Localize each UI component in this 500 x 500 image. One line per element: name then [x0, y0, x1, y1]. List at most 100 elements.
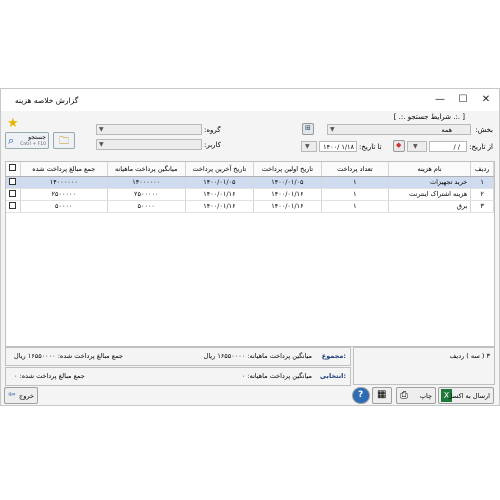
search-panel-header: [ .:. شرایط جستجو .:. ]	[393, 113, 465, 121]
section-select[interactable]: ▼ همه	[327, 124, 471, 135]
group-select[interactable]: ▼	[96, 124, 202, 135]
close-button[interactable]: ✕	[475, 92, 497, 108]
table-header-row: ردیف نام هزینه تعداد پرداخت تاریخ اولین …	[6, 162, 494, 177]
print-label: چاپ	[419, 392, 432, 400]
table-row[interactable]: ۲ هزینه اشتراک اینترنت ۱ ۱۴۰۰/۰۱/۱۶ ۱۴۰۰…	[6, 188, 494, 201]
search-button[interactable]: ⌕ جستجو Cntrl + F10	[5, 132, 49, 149]
selected-average: میانگین پرداخت ماهیانه: ۰	[241, 372, 312, 380]
column-header-expense-name[interactable]: نام هزینه	[388, 162, 472, 177]
calculator-button[interactable]: ▦	[372, 387, 392, 404]
expense-table-grid: ردیف نام هزینه تعداد پرداخت تاریخ اولین …	[6, 162, 494, 213]
total-paid-cell: ۵۰۰۰۰	[20, 200, 108, 213]
from-date-picker[interactable]: ▼	[407, 141, 427, 152]
to-date-input[interactable]: ۱۴۰۰/ ۱/۱۸	[319, 141, 357, 152]
user-select[interactable]: ▼	[96, 139, 202, 150]
minimize-button[interactable]: —	[429, 92, 451, 108]
row-checkbox[interactable]	[9, 177, 17, 185]
folder-icon: 🗀	[59, 136, 69, 147]
search-button-label: جستجو	[28, 134, 46, 141]
from-date-input[interactable]: / /	[429, 141, 467, 152]
table-row[interactable]: ۳ برق ۱ ۱۴۰۰/۰۱/۱۶ ۱۴۰۰/۰۱/۱۶ ۵۰۰۰۰ ۵۰۰۰…	[6, 200, 494, 213]
select-cell	[6, 188, 22, 201]
section-lookup-button[interactable]: ⊞	[302, 123, 314, 135]
group-label: گروه:	[204, 126, 221, 134]
payment-count-cell: ۱	[321, 200, 389, 213]
title-bar: گزارش خلاصه هزینه — ☐ ✕	[1, 89, 499, 111]
exit-door-icon: ⇦	[8, 390, 16, 400]
column-header-last-payment-date[interactable]: تاریخ آخرین پرداخت	[185, 162, 254, 177]
eraser-icon: ◆	[396, 141, 402, 149]
date-swap-button[interactable]: ◆	[393, 140, 405, 152]
column-header-payment-count[interactable]: تعداد پرداخت	[321, 162, 389, 177]
total-average: میانگین پرداخت ماهیانه: ۱۶۵۵۰۰۰۰ ریال	[203, 352, 312, 360]
total-paid-cell: ۱۴۰۰۰۰۰۰	[20, 176, 108, 189]
report-window: گزارش خلاصه هزینه — ☐ ✕ [ .:. شرایط جستج…	[0, 88, 500, 406]
column-header-row-number[interactable]: ردیف	[470, 162, 494, 177]
total-label: مجموع:	[321, 352, 346, 360]
last-date-cell: ۱۴۰۰/۰۱/۱۶	[185, 188, 254, 201]
chevron-down-icon: ▼	[330, 126, 335, 133]
export-excel-button[interactable]: X ارسال به اکسل	[438, 387, 494, 404]
expense-name-cell: خرید تجهیزات	[388, 176, 472, 189]
table-row[interactable]: ۱ خرید تجهیزات ۱ ۱۴۰۰/۰۱/۰۵ ۱۴۰۰/۰۱/۰۵ ۱…	[6, 176, 494, 189]
selected-sum: جمع مبالغ پرداخت شده: ۰	[14, 372, 85, 380]
exit-button[interactable]: ⇦ خروج	[4, 387, 38, 404]
row-checkbox[interactable]	[9, 201, 17, 209]
chevron-down-icon: ▼	[99, 141, 104, 148]
row-number-cell: ۳	[470, 200, 494, 213]
select-cell	[6, 176, 22, 189]
last-date-cell: ۱۴۰۰/۰۱/۰۵	[185, 176, 254, 189]
chevron-down-icon: ▼	[99, 126, 104, 133]
expense-name-cell: برق	[388, 200, 472, 213]
hierarchy-icon: ⊞	[305, 124, 311, 132]
maximize-button[interactable]: ☐	[452, 92, 474, 108]
first-date-cell: ۱۴۰۰/۰۱/۱۶	[253, 200, 322, 213]
print-button[interactable]: ⎙ چاپ	[396, 387, 436, 404]
chevron-down-icon: ▼	[413, 143, 418, 150]
favorite-star-icon[interactable]: ★	[7, 116, 19, 131]
column-header-monthly-average[interactable]: میانگین پرداخت ماهیانه	[107, 162, 186, 177]
row-number-cell: ۱	[470, 176, 494, 189]
from-date-label: از تاریخ:	[469, 143, 493, 151]
monthly-average-cell: ۱۴۰۰۰۰۰۰	[107, 176, 186, 189]
total-sum: جمع مبالغ پرداخت شده: ۱۶۵۵۰۰۰۰ ریال	[14, 352, 123, 360]
expense-table: ردیف نام هزینه تعداد پرداخت تاریخ اولین …	[5, 161, 495, 347]
total-summary-box: مجموع: میانگین پرداخت ماهیانه: ۱۶۵۵۰۰۰۰ …	[5, 347, 351, 366]
export-excel-label: ارسال به اکسل	[447, 392, 490, 400]
to-date-label: تا تاریخ:	[359, 143, 382, 151]
chevron-down-icon: ▼	[305, 143, 310, 150]
row-number-cell: ۲	[470, 188, 494, 201]
column-header-select[interactable]	[6, 162, 22, 177]
window-title: گزارش خلاصه هزینه	[15, 96, 79, 105]
first-date-cell: ۱۴۰۰/۰۱/۰۵	[253, 176, 322, 189]
record-count-box: ۳ ( سه ) ردیف	[353, 347, 495, 385]
section-label: بخش:	[475, 126, 493, 134]
from-date-value: / /	[453, 143, 460, 151]
help-button[interactable]: ?	[352, 387, 370, 404]
payment-count-cell: ۱	[321, 176, 389, 189]
section-select-value: همه	[441, 126, 452, 134]
magnifier-icon: ⌕	[8, 134, 15, 147]
search-button-hint: Cntrl + F10	[20, 142, 46, 147]
selected-label: انتخابی:	[319, 372, 346, 380]
selected-summary-box: انتخابی: میانگین پرداخت ماهیانه: ۰ جمع م…	[5, 367, 351, 386]
select-all-checkbox[interactable]	[9, 164, 17, 172]
payment-count-cell: ۱	[321, 188, 389, 201]
record-count: ۳ ( سه ) ردیف	[449, 352, 490, 360]
row-checkbox[interactable]	[9, 189, 17, 197]
to-date-picker[interactable]: ▼	[301, 141, 317, 152]
column-header-first-payment-date[interactable]: تاریخ اولین پرداخت	[253, 162, 322, 177]
monthly-average-cell: ۲۵۰۰۰۰۰	[107, 188, 186, 201]
printer-icon: ⎙	[400, 390, 408, 401]
calculator-icon: ▦	[377, 389, 387, 400]
select-cell	[6, 200, 22, 213]
monthly-average-cell: ۵۰۰۰۰	[107, 200, 186, 213]
total-paid-cell: ۲۵۰۰۰۰۰	[20, 188, 108, 201]
first-date-cell: ۱۴۰۰/۰۱/۱۶	[253, 188, 322, 201]
last-date-cell: ۱۴۰۰/۰۱/۱۶	[185, 200, 254, 213]
column-header-total-paid[interactable]: جمع مبالغ پرداخت شده	[20, 162, 108, 177]
help-icon: ?	[358, 390, 364, 400]
expense-name-cell: هزینه اشتراک اینترنت	[388, 188, 472, 201]
user-label: کاربر:	[204, 141, 222, 149]
clear-filter-button[interactable]: 🗀	[53, 132, 75, 149]
